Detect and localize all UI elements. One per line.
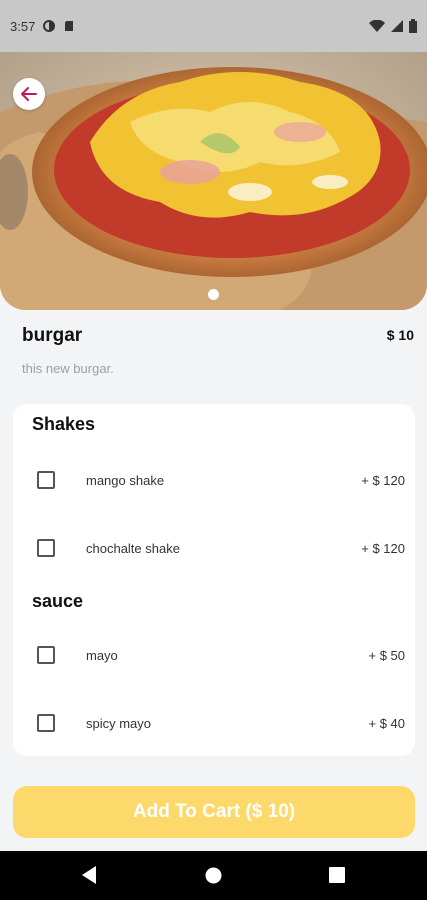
status-bar: 3:57 bbox=[0, 0, 427, 52]
group-title-sauce: sauce bbox=[32, 591, 84, 611]
checkbox-mango-shake[interactable] bbox=[37, 471, 55, 489]
option-row-mayo[interactable]: mayo + $ 50 bbox=[13, 635, 415, 675]
circle-home-icon[interactable] bbox=[205, 867, 222, 884]
checkbox-chochalte-shake[interactable] bbox=[37, 539, 55, 557]
product-price: $ 10 bbox=[386, 327, 414, 343]
option-name: mango shake bbox=[86, 472, 165, 488]
checkbox-spicy-mayo[interactable] bbox=[37, 714, 55, 732]
product-title: burgar bbox=[22, 325, 83, 346]
arrow-left-icon bbox=[21, 87, 37, 101]
product-photo bbox=[0, 52, 427, 310]
option-row-chochalte-shake[interactable]: chochalte shake + $ 120 bbox=[13, 528, 415, 568]
option-row-spicy-mayo[interactable]: spicy mayo + $ 40 bbox=[13, 703, 415, 743]
wifi-icon bbox=[369, 20, 385, 32]
options-card: Shakes mango shake + $ 120 chochalte sha… bbox=[13, 404, 415, 756]
option-row-mango-shake[interactable]: mango shake + $ 120 bbox=[13, 460, 415, 500]
option-price: + $ 120 bbox=[361, 540, 405, 556]
group-title-shakes: Shakes bbox=[32, 414, 96, 434]
battery-icon bbox=[409, 19, 417, 33]
system-nav-bar bbox=[0, 851, 427, 900]
triangle-back-icon[interactable] bbox=[80, 865, 98, 885]
square-recents-icon[interactable] bbox=[329, 867, 345, 883]
back-button[interactable] bbox=[13, 78, 45, 110]
checkbox-mayo[interactable] bbox=[37, 646, 55, 664]
product-description: this new burgar. bbox=[22, 361, 114, 376]
option-name: chochalte shake bbox=[86, 540, 180, 556]
sd-card-icon bbox=[65, 21, 74, 31]
option-name: mayo bbox=[86, 647, 118, 663]
add-to-cart-button[interactable]: Add To Cart ($ 10) bbox=[13, 786, 415, 838]
option-price: + $ 50 bbox=[368, 647, 405, 663]
option-price: + $ 40 bbox=[368, 715, 405, 731]
product-image bbox=[0, 52, 427, 310]
option-name: spicy mayo bbox=[86, 715, 152, 731]
status-time: 3:57 bbox=[10, 18, 36, 34]
data-saver-icon bbox=[43, 20, 56, 32]
carousel-indicator-dot bbox=[208, 289, 219, 300]
signal-icon bbox=[391, 20, 403, 32]
option-price: + $ 120 bbox=[361, 472, 405, 488]
